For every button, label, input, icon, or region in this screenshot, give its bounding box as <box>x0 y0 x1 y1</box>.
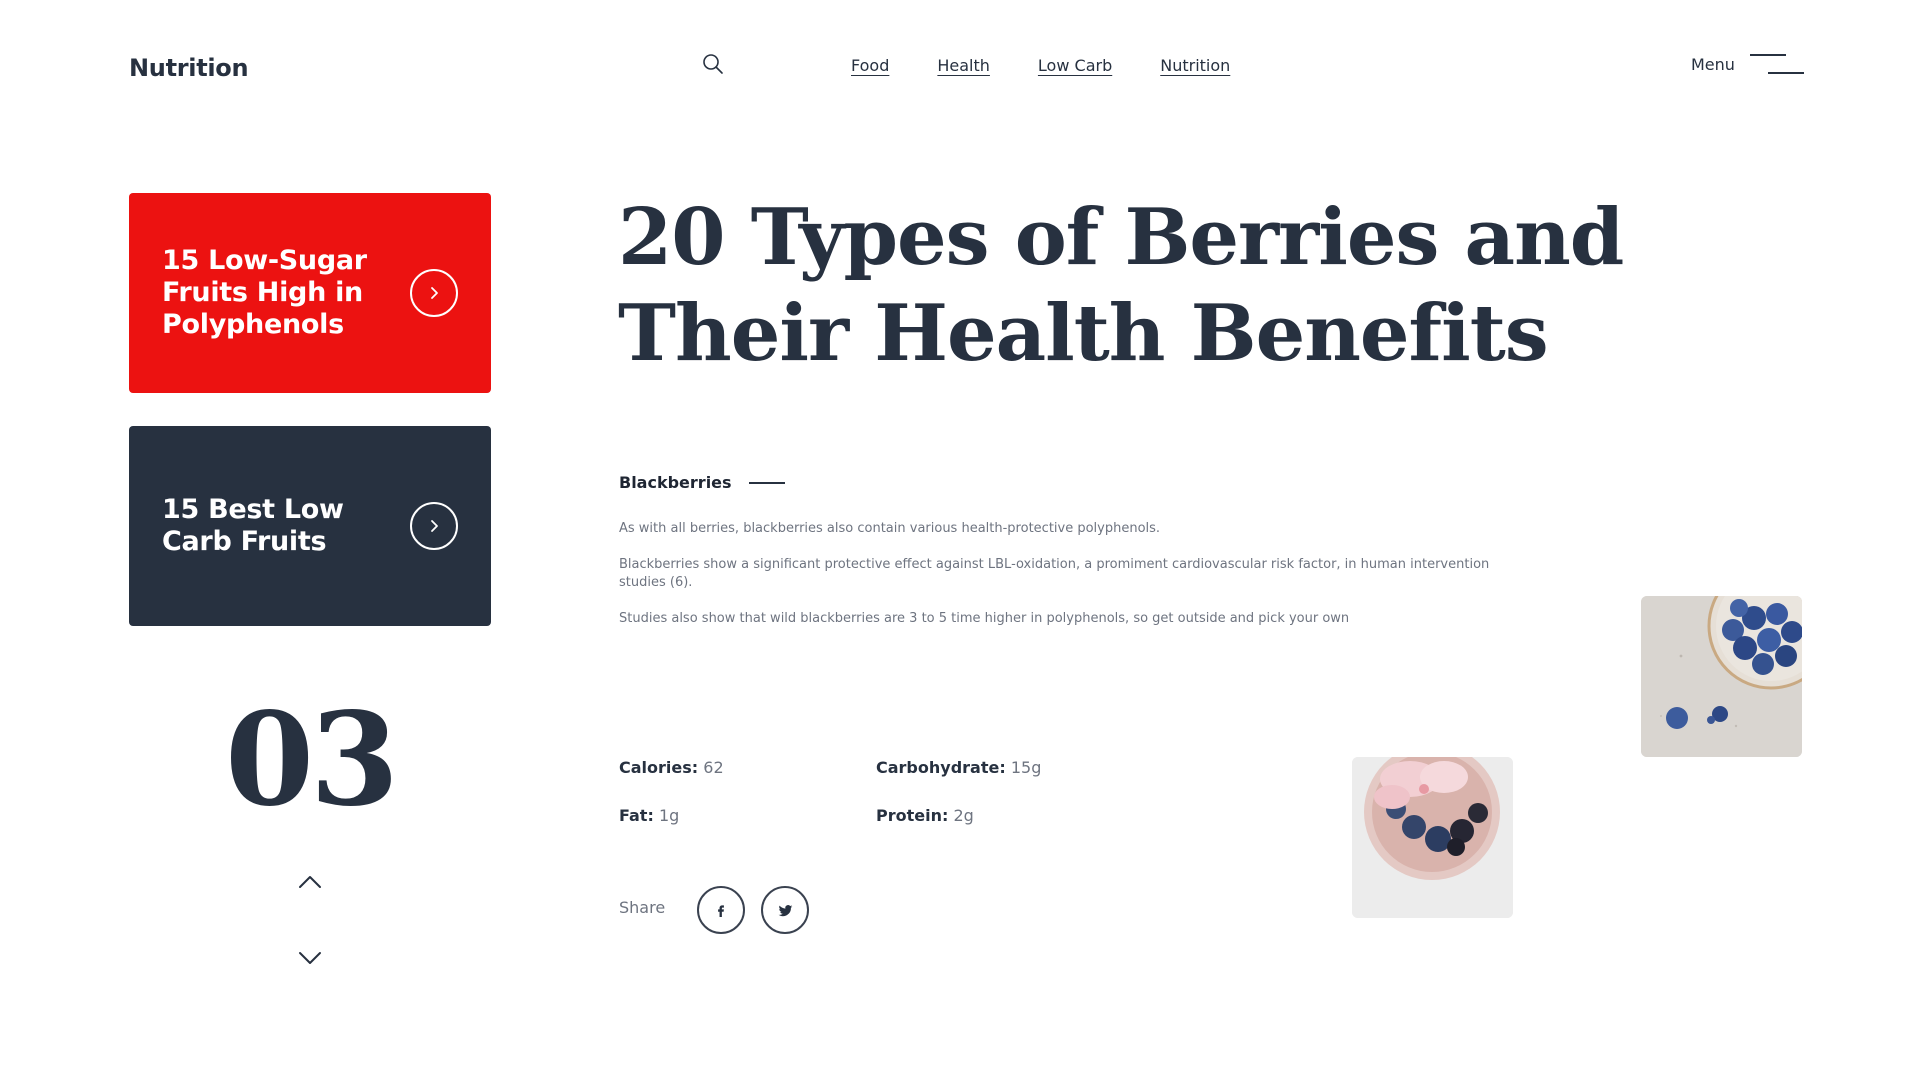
facebook-icon <box>718 905 724 917</box>
nutrition-value: 15g <box>1010 758 1042 777</box>
menu-line-bottom <box>1768 72 1804 74</box>
nutrition-label: Calories: <box>619 758 699 777</box>
nav-link-nutrition[interactable]: Nutrition <box>1160 56 1230 75</box>
paragraph: As with all berries, blackberries also c… <box>619 521 1161 536</box>
nutrition-calories: Calories: 62 <box>619 758 724 777</box>
nav-link-low-carb[interactable]: Low Carb <box>1038 56 1112 75</box>
nutrition-carbohydrate: Carbohydrate: 15g <box>876 758 1041 777</box>
main-nav: Food Health Low Carb Nutrition <box>851 56 1230 75</box>
arrow-right-icon[interactable] <box>410 269 458 317</box>
berries-flower-bowl-photo <box>1352 757 1513 918</box>
article-body: As with all berries, blackberries also c… <box>619 520 1499 646</box>
search-icon[interactable] <box>701 52 725 76</box>
section-divider <box>748 481 785 484</box>
chevron-up-icon[interactable] <box>295 872 325 892</box>
nutrition-fat: Fat: 1g <box>619 806 679 825</box>
chevron-down-icon[interactable] <box>295 948 325 968</box>
arrow-right-icon[interactable] <box>410 502 458 550</box>
nutrition-value: 62 <box>703 758 724 777</box>
card-title: 15 Low-Sugar Fruits High in Polyphenols <box>162 245 367 340</box>
article-headline: 20 Types of Berries and Their Health Ben… <box>618 192 1624 379</box>
menu-label[interactable]: Menu <box>1691 55 1735 74</box>
menu-line-top <box>1750 54 1786 56</box>
related-article-card-low-sugar[interactable]: 15 Low-Sugar Fruits High in Polyphenols <box>129 193 491 393</box>
related-article-card-low-carb[interactable]: 15 Best Low Carb Fruits <box>129 426 491 626</box>
nutrition-label: Carbohydrate: <box>876 758 1006 777</box>
paragraph: Studies also show that wild blackberries… <box>619 611 1350 626</box>
facebook-share-button[interactable] <box>697 886 745 934</box>
hamburger-menu-icon[interactable] <box>1750 54 1804 76</box>
nutrition-protein: Protein: 2g <box>876 806 974 825</box>
nav-link-food[interactable]: Food <box>851 56 889 75</box>
twitter-icon <box>778 904 792 916</box>
nutrition-label: Fat: <box>619 806 654 825</box>
paragraph: Blackberries show a significant protecti… <box>619 557 1490 590</box>
card-title: 15 Best Low Carb Fruits <box>162 494 344 557</box>
blueberries-bowl-photo <box>1641 596 1802 757</box>
section-heading: Blackberries <box>619 473 785 492</box>
site-logo[interactable]: Nutrition <box>129 54 249 82</box>
section-heading-text: Blackberries <box>619 473 732 492</box>
nav-link-health[interactable]: Health <box>937 56 990 75</box>
nutrition-value: 2g <box>953 806 974 825</box>
nutrition-value: 1g <box>658 806 680 825</box>
page-number: 03 <box>224 685 399 835</box>
nutrition-label: Protein: <box>876 806 949 825</box>
twitter-share-button[interactable] <box>761 886 809 934</box>
share-label: Share <box>619 898 666 917</box>
